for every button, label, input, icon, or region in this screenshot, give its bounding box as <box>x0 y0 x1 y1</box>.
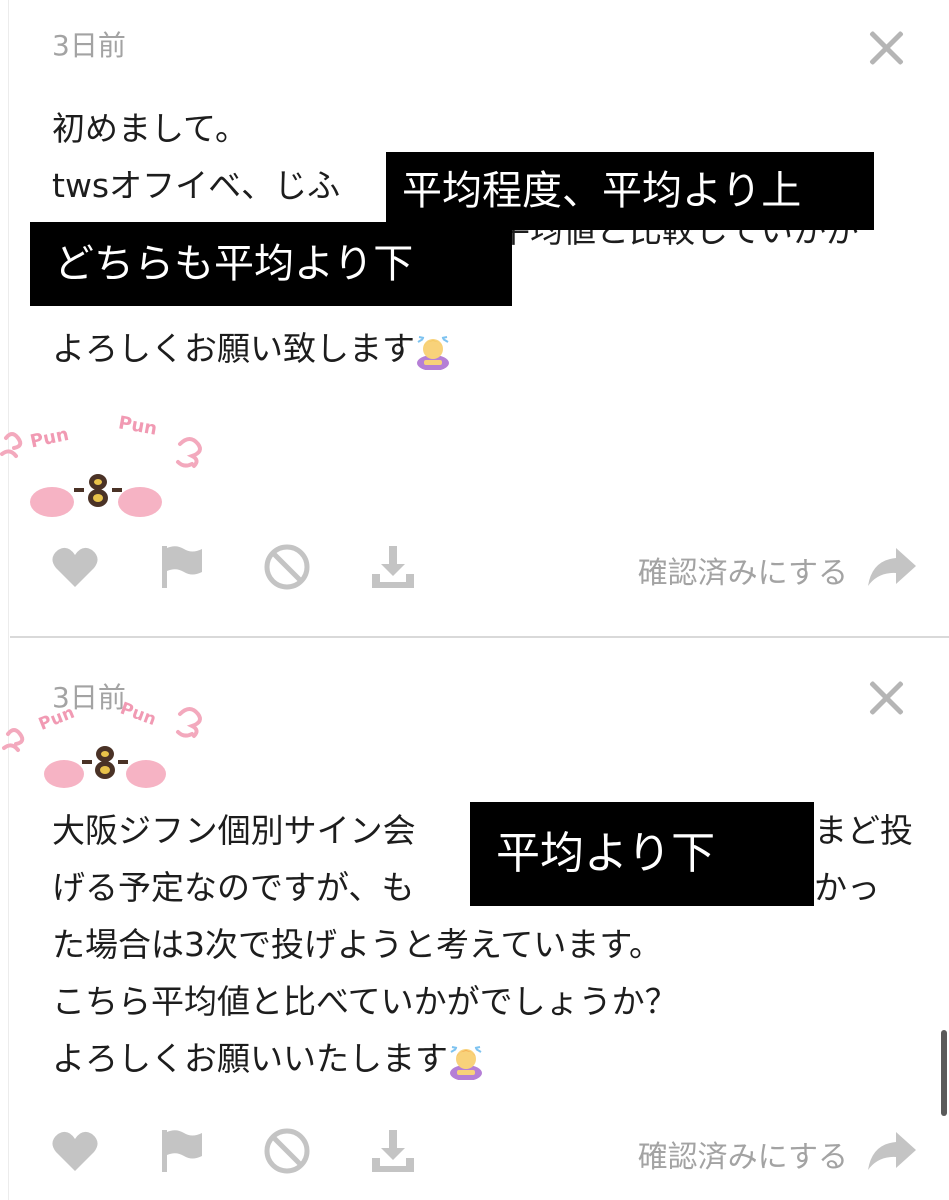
post-line-tail: かっ <box>814 868 880 907</box>
pun-sticker: Pun Pun <box>2 699 202 788</box>
close-icon[interactable] <box>866 28 906 68</box>
post-line: 初めまして。 <box>52 109 249 148</box>
post-card: 3日前 初めまして。 twsオフイベ、じふ 平均値と比較していかが でしょうか … <box>0 0 949 636</box>
post-line: た場合は3次で投げようと考えています。 <box>52 925 663 964</box>
sticker-text: Pun <box>117 412 159 439</box>
download-icon[interactable] <box>368 1126 418 1176</box>
heart-icon[interactable] <box>50 542 100 592</box>
post-line-text: よろしくお願い致します <box>52 329 415 368</box>
block-icon[interactable] <box>262 542 312 592</box>
post-line-tail: まど投 <box>814 811 913 850</box>
post-line: よろしくお願いいたします <box>52 1030 922 1087</box>
share-arrow-icon[interactable] <box>866 546 918 588</box>
person-bowing-emoji <box>417 335 449 370</box>
download-icon[interactable] <box>368 542 418 592</box>
redaction-box: どちらも平均より下 <box>30 222 512 306</box>
sticker-text: Pun <box>117 699 158 730</box>
flag-icon[interactable] <box>156 1126 206 1176</box>
mark-confirmed-button[interactable]: 確認済みにする <box>638 548 848 592</box>
post-actions: 確認済みにする <box>50 1126 920 1176</box>
post-actions: 確認済みにする <box>50 542 920 592</box>
post-line-text: 大阪ジフン個別サイン会 <box>52 811 416 850</box>
post-line: よろしくお願い致します <box>52 320 922 377</box>
post-line-text: よろしくお願いいたします <box>52 1039 448 1078</box>
close-icon[interactable] <box>866 678 906 718</box>
block-icon[interactable] <box>262 1126 312 1176</box>
redaction-box: 平均より下 <box>470 802 814 906</box>
post-line-text: げる予定なのですが、も <box>52 868 415 907</box>
redaction-box: 平均程度、平均より上 <box>386 152 874 230</box>
sticker-text: Pun <box>28 424 70 453</box>
post-line: こちら平均値と比べていかがでしょうか？ <box>52 982 678 1021</box>
sticker-text: Pun <box>36 703 77 735</box>
post-card: 3日前 Pun Pun 大阪ジフン個別サイン会 まど投 げる予定なのですが、も … <box>0 640 949 1200</box>
flag-icon[interactable] <box>156 542 206 592</box>
post-timestamp: 3日前 <box>52 29 126 62</box>
pun-sticker: Pun Pun <box>0 412 202 517</box>
heart-icon[interactable] <box>50 1126 100 1176</box>
post-divider <box>10 636 949 638</box>
person-bowing-emoji <box>450 1045 482 1080</box>
mark-confirmed-button[interactable]: 確認済みにする <box>638 1132 848 1176</box>
scrollbar[interactable] <box>941 1030 947 1116</box>
share-arrow-icon[interactable] <box>866 1130 918 1172</box>
